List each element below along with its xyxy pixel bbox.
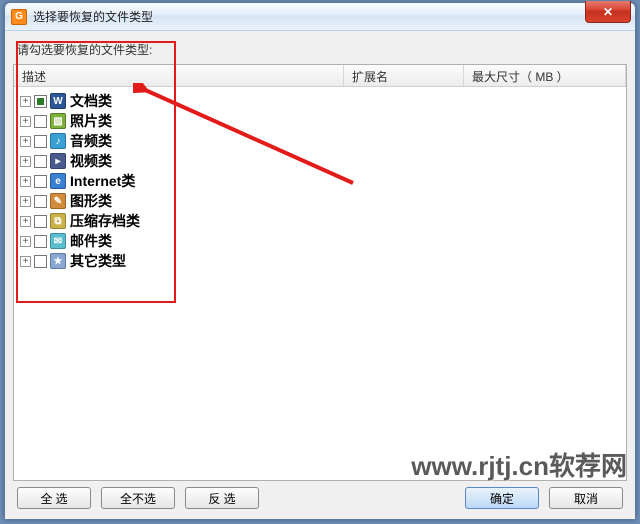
other-icon: ★ [50,253,66,269]
ok-button[interactable]: 确定 [465,487,539,509]
column-description[interactable]: 描述 [14,65,344,86]
category-row-video[interactable]: + ▸视频类 [16,151,624,171]
category-row-graph[interactable]: + ✎图形类 [16,191,624,211]
file-type-listview: 描述 扩展名 最大尺寸（ MB ） + W文档类 + ▧照片类 + ♪音频类 + ▸视频类 + e… [13,64,627,481]
window-title: 选择要恢复的文件类型 [33,8,153,25]
expand-icon[interactable]: + [20,196,31,207]
category-row-zip[interactable]: + ⧉压缩存档类 [16,211,624,231]
graph-icon: ✎ [50,193,66,209]
category-row-audio[interactable]: + ♪音频类 [16,131,624,151]
category-checkbox[interactable] [34,155,47,168]
close-button[interactable]: ✕ [585,1,631,23]
doc-icon: W [50,93,66,109]
close-icon: ✕ [603,5,613,19]
spacer [269,487,455,509]
mail-icon: ✉ [50,233,66,249]
expand-icon[interactable]: + [20,156,31,167]
zip-icon: ⧉ [50,213,66,229]
expand-icon[interactable]: + [20,236,31,247]
category-label: 文档类 [70,91,112,111]
expand-icon[interactable]: + [20,256,31,267]
category-label: 邮件类 [70,231,112,251]
category-label: 音频类 [70,131,112,151]
category-row-mail[interactable]: + ✉邮件类 [16,231,624,251]
expand-icon[interactable]: + [20,136,31,147]
category-label: 其它类型 [70,251,126,271]
category-checkbox[interactable] [34,135,47,148]
category-checkbox[interactable] [34,235,47,248]
cancel-button[interactable]: 取消 [549,487,623,509]
column-maxsize[interactable]: 最大尺寸（ MB ） [464,65,626,86]
category-checkbox[interactable] [34,255,47,268]
category-tree[interactable]: + W文档类 + ▧照片类 + ♪音频类 + ▸视频类 + eInternet类 + ✎图形类 + ⧉压缩… [14,87,626,480]
button-row: 全 选 全不选 反 选 确定 取消 [13,481,627,511]
category-checkbox[interactable] [34,175,47,188]
expand-icon[interactable]: + [20,116,31,127]
client-area: 请勾选要恢复的文件类型: 描述 扩展名 最大尺寸（ MB ） + W文档类 + ▧照片… [5,31,635,519]
category-row-photo[interactable]: + ▧照片类 [16,111,624,131]
invert-selection-button[interactable]: 反 选 [185,487,259,509]
select-none-button[interactable]: 全不选 [101,487,175,509]
photo-icon: ▧ [50,113,66,129]
net-icon: e [50,173,66,189]
category-row-net[interactable]: + eInternet类 [16,171,624,191]
instruction-text: 请勾选要恢复的文件类型: [13,39,627,60]
category-checkbox[interactable] [34,115,47,128]
expand-icon[interactable]: + [20,176,31,187]
category-row-other[interactable]: + ★其它类型 [16,251,624,271]
category-label: 视频类 [70,151,112,171]
expand-icon[interactable]: + [20,96,31,107]
app-icon: G [11,9,27,25]
column-headers: 描述 扩展名 最大尺寸（ MB ） [14,65,626,87]
category-label: 图形类 [70,191,112,211]
select-all-button[interactable]: 全 选 [17,487,91,509]
category-checkbox[interactable] [34,215,47,228]
titlebar[interactable]: G 选择要恢复的文件类型 ✕ [5,3,635,31]
category-label: 照片类 [70,111,112,131]
category-label: 压缩存档类 [70,211,140,231]
audio-icon: ♪ [50,133,66,149]
video-icon: ▸ [50,153,66,169]
category-checkbox[interactable] [34,195,47,208]
expand-icon[interactable]: + [20,216,31,227]
dialog-window: G 选择要恢复的文件类型 ✕ 请勾选要恢复的文件类型: 描述 扩展名 最大尺寸（… [4,2,636,520]
column-extension[interactable]: 扩展名 [344,65,464,86]
category-label: Internet类 [70,171,135,191]
category-row-doc[interactable]: + W文档类 [16,91,624,111]
category-checkbox[interactable] [34,95,47,108]
